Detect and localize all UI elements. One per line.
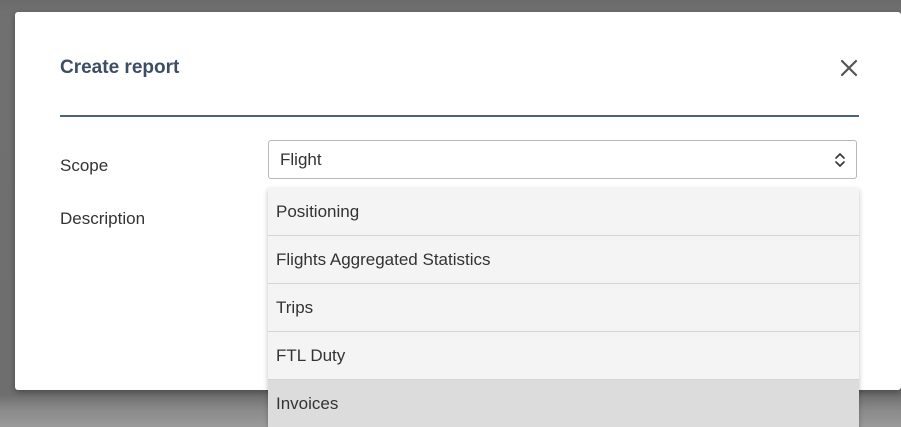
- scope-select-value: Flight: [280, 150, 322, 169]
- chevron-up-down-icon: [835, 153, 845, 167]
- scope-select[interactable]: Flight: [268, 140, 857, 179]
- close-icon: [840, 59, 858, 77]
- dropdown-option-flights-aggregated-statistics[interactable]: Flights Aggregated Statistics: [268, 236, 859, 284]
- scope-dropdown-list: Positioning Flights Aggregated Statistic…: [268, 188, 859, 427]
- dropdown-option-trips[interactable]: Trips: [268, 284, 859, 332]
- dropdown-option-positioning[interactable]: Positioning: [268, 188, 859, 236]
- dropdown-option-invoices[interactable]: Invoices: [268, 380, 859, 427]
- scope-label: Scope: [60, 156, 109, 175]
- modal-title: Create report: [60, 57, 180, 78]
- header-divider: [60, 115, 859, 117]
- description-label: Description: [60, 209, 146, 228]
- dropdown-option-ftl-duty[interactable]: FTL Duty: [268, 332, 859, 380]
- close-button[interactable]: [837, 56, 861, 80]
